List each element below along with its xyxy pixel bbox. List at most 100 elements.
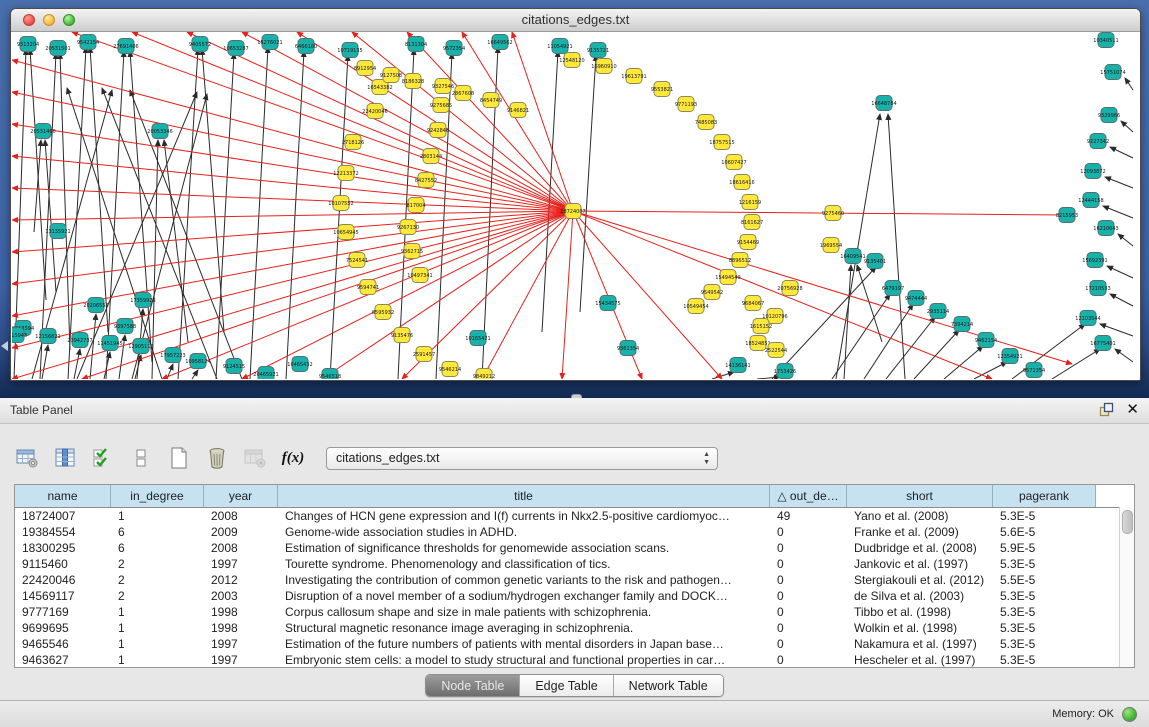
- graph-node[interactable]: 6479197: [882, 281, 904, 296]
- citation-edge-black[interactable]: [542, 51, 558, 332]
- cell-pagerank[interactable]: 5.3E-5: [993, 604, 1096, 620]
- network-window-titlebar[interactable]: citations_edges.txt: [11, 9, 1140, 32]
- cell-in_degree[interactable]: 2: [111, 572, 204, 588]
- graph-node[interactable]: 15692391: [1082, 253, 1107, 268]
- column-header-short[interactable]: short: [847, 485, 993, 507]
- citation-edge-black[interactable]: [77, 92, 197, 379]
- graph-node[interactable]: 9594741: [357, 280, 379, 295]
- graph-node[interactable]: 16775401: [1090, 336, 1115, 351]
- graph-node[interactable]: 10465432: [287, 357, 312, 372]
- table-row[interactable]: 946554611997Estimation of the future num…: [15, 636, 1134, 652]
- cell-year[interactable]: 1997: [204, 652, 278, 668]
- cell-short[interactable]: Wolkin et al. (1998): [847, 620, 993, 636]
- citation-edge-black[interactable]: [757, 377, 780, 379]
- citation-edge-black[interactable]: [1125, 78, 1133, 90]
- table-row[interactable]: 1872400712008Changes of HCN gene express…: [15, 508, 1134, 524]
- graph-node[interactable]: 20531501: [45, 41, 70, 56]
- graph-node[interactable]: 13135921: [45, 224, 70, 239]
- cell-out_degree[interactable]: 0: [770, 620, 847, 636]
- graph-node[interactable]: 7485083: [695, 115, 717, 130]
- cell-year[interactable]: 1997: [204, 556, 278, 572]
- cell-pagerank[interactable]: 5.3E-5: [993, 508, 1096, 524]
- graph-node[interactable]: 9546214: [439, 362, 461, 377]
- citation-edge-red[interactable]: [462, 32, 573, 211]
- select-all-icon[interactable]: [90, 445, 116, 471]
- graph-node[interactable]: 10549454: [683, 299, 708, 314]
- table-row[interactable]: 2242004622012Investigating the contribut…: [15, 572, 1134, 588]
- graph-node[interactable]: 9242848: [427, 123, 449, 138]
- graph-node[interactable]: 9313204: [17, 37, 39, 52]
- cell-short[interactable]: de Silva et al. (2003): [847, 588, 993, 604]
- graph-node[interactable]: 9146821: [507, 103, 529, 118]
- graph-node[interactable]: 2718126: [342, 135, 364, 150]
- table-row[interactable]: 946362711997Embryonic stem cells: a mode…: [15, 652, 1134, 668]
- graph-node[interactable]: 9405572: [189, 37, 211, 52]
- cell-year[interactable]: 1998: [204, 620, 278, 636]
- graph-node[interactable]: 12213372: [333, 166, 358, 181]
- tab-network-table[interactable]: Network Table: [613, 675, 723, 696]
- graph-node[interactable]: 9327546: [432, 79, 454, 94]
- graph-node[interactable]: 9275685: [430, 98, 452, 113]
- close-panel-icon[interactable]: ✕: [1126, 403, 1139, 417]
- graph-node[interactable]: 8595932: [372, 305, 394, 320]
- graph-node[interactable]: 10107552: [328, 196, 353, 211]
- cell-pagerank[interactable]: 5.3E-5: [993, 556, 1096, 572]
- cell-title[interactable]: Genome-wide association studies in ADHD.: [278, 524, 770, 540]
- table-vertical-scrollbar[interactable]: [1119, 507, 1134, 667]
- delete-column-icon[interactable]: [204, 445, 230, 471]
- graph-node[interactable]: 2591457: [413, 347, 435, 362]
- cell-name[interactable]: 9465546: [15, 636, 111, 652]
- graph-node[interactable]: 6466160: [295, 39, 317, 54]
- graph-node[interactable]: 9135401: [864, 254, 886, 269]
- graph-node[interactable]: 9227342: [1087, 134, 1109, 149]
- cell-pagerank[interactable]: 5.3E-5: [993, 588, 1096, 604]
- citation-edge-red[interactable]: [573, 211, 722, 379]
- graph-node[interactable]: 15434575: [595, 296, 620, 311]
- graph-node[interactable]: 15276021: [257, 35, 282, 50]
- graph-node[interactable]: 2935114: [927, 304, 949, 319]
- graph-node[interactable]: 16210643: [1093, 221, 1118, 236]
- graph-node[interactable]: 9135476: [391, 328, 413, 343]
- cell-pagerank[interactable]: 5.3E-5: [993, 620, 1096, 636]
- citation-edge-red[interactable]: [573, 211, 1072, 364]
- unselect-all-icon[interactable]: [128, 445, 154, 471]
- graph-node[interactable]: 9571354: [1023, 363, 1045, 378]
- citation-edge-black[interactable]: [1110, 147, 1133, 158]
- cell-in_degree[interactable]: 1: [111, 636, 204, 652]
- cell-name[interactable]: 9115460: [15, 556, 111, 572]
- table-row[interactable]: 969969511998Structural magnetic resonanc…: [15, 620, 1134, 636]
- citation-edge-red[interactable]: [12, 124, 573, 211]
- cell-out_degree[interactable]: 0: [770, 572, 847, 588]
- citation-edge-black[interactable]: [580, 55, 596, 312]
- cell-in_degree[interactable]: 6: [111, 540, 204, 556]
- cell-out_degree[interactable]: 0: [770, 556, 847, 572]
- cell-out_degree[interactable]: 49: [770, 508, 847, 524]
- graph-node[interactable]: 19613791: [621, 69, 646, 84]
- attribute-table[interactable]: namein_degreeyeartitle△ out_de…shortpage…: [14, 484, 1135, 668]
- citation-edge-black[interactable]: [864, 304, 913, 379]
- citation-edge-black[interactable]: [836, 114, 880, 379]
- cell-name[interactable]: 18300295: [15, 540, 111, 556]
- cell-title[interactable]: Tourette syndrome. Phenomenology and cla…: [278, 556, 770, 572]
- cell-name[interactable]: 9463627: [15, 652, 111, 668]
- citation-edge-black[interactable]: [34, 140, 41, 232]
- tab-edge-table[interactable]: Edge Table: [519, 675, 612, 696]
- graph-node[interactable]: 20206555: [83, 298, 108, 313]
- citation-edge-black[interactable]: [68, 47, 86, 379]
- citation-edge-red[interactable]: [187, 32, 573, 211]
- graph-node[interactable]: 2867608: [452, 86, 474, 101]
- citation-edge-black[interactable]: [42, 345, 48, 379]
- cell-pagerank[interactable]: 5.9E-5: [993, 540, 1096, 556]
- cell-year[interactable]: 2009: [204, 524, 278, 540]
- column-header-title[interactable]: title: [278, 485, 770, 507]
- citation-edge-black[interactable]: [90, 47, 108, 332]
- cell-out_degree[interactable]: 0: [770, 588, 847, 604]
- graph-node[interactable]: 9474444: [905, 291, 927, 306]
- table-selector-dropdown[interactable]: citations_edges.txt ▲▼: [326, 447, 718, 470]
- graph-node[interactable]: 10719135: [337, 43, 362, 58]
- graph-node[interactable]: 9124515: [223, 359, 245, 374]
- citation-edge-red[interactable]: [297, 32, 573, 211]
- graph-node[interactable]: 10653287: [223, 41, 248, 56]
- cell-title[interactable]: Changes of HCN gene expression and I(f) …: [278, 508, 770, 524]
- graph-node[interactable]: 16649562: [487, 35, 512, 50]
